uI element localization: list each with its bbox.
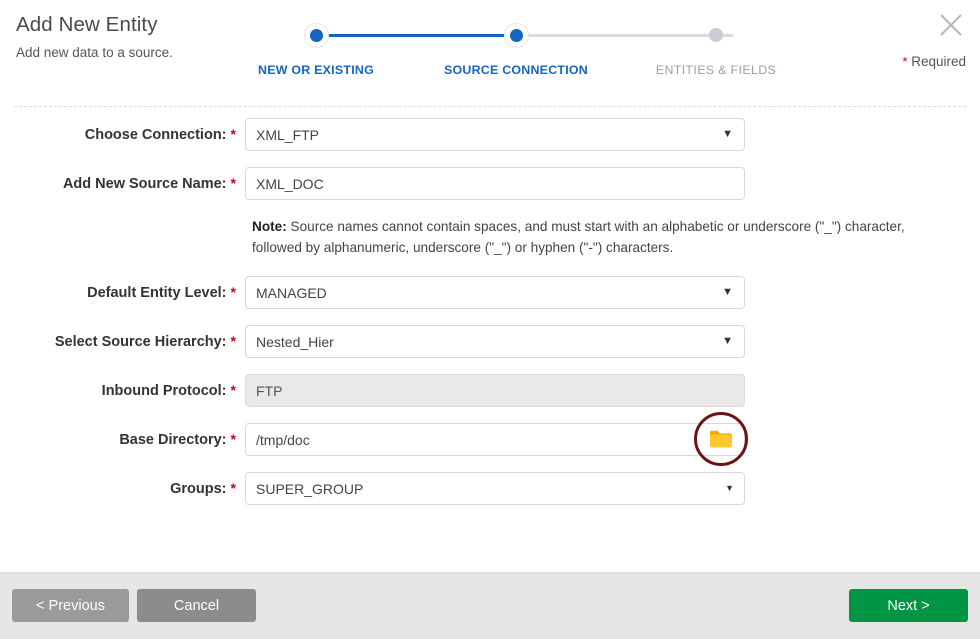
groups-multiselect[interactable] bbox=[245, 472, 745, 506]
required-asterisk-inbound-protocol: * bbox=[230, 382, 236, 399]
dialog-header: Add New Entity Add new data to a source.… bbox=[0, 0, 980, 107]
base-directory-input[interactable] bbox=[245, 423, 745, 457]
required-asterisk-select-source-hierarchy: * bbox=[230, 333, 236, 350]
source-connection-form: Choose Connection: * ▼ Add New Source Na… bbox=[0, 118, 980, 521]
label-choose-connection: Choose Connection: * bbox=[0, 126, 245, 143]
control-select-source-hierarchy: ▼ bbox=[245, 325, 745, 359]
label-add-new-source-name: Add New Source Name: * bbox=[0, 175, 245, 192]
label-default-entity-level: Default Entity Level: * bbox=[0, 284, 245, 301]
folder-icon[interactable] bbox=[709, 428, 733, 450]
stepper-step-label-2: SOURCE CONNECTION bbox=[444, 63, 588, 77]
label-inbound-protocol: Inbound Protocol: * bbox=[0, 382, 245, 399]
stepper-step-label-3: ENTITIES & FIELDS bbox=[655, 63, 777, 77]
field-row-inbound-protocol: Inbound Protocol: * bbox=[0, 374, 980, 408]
page-subtitle: Add new data to a source. bbox=[16, 44, 173, 60]
add-new-source-name-input[interactable] bbox=[245, 167, 745, 200]
label-select-source-hierarchy: Select Source Hierarchy: * bbox=[0, 333, 245, 350]
control-add-new-source-name bbox=[245, 167, 745, 200]
control-choose-connection: ▼ bbox=[245, 118, 745, 151]
label-text-select-source-hierarchy: Select Source Hierarchy: bbox=[54, 334, 227, 351]
next-button[interactable]: Next > bbox=[849, 589, 968, 622]
close-icon[interactable] bbox=[936, 10, 966, 40]
wizard-stepper: NEW OR EXISTING SOURCE CONNECTION ENTITI… bbox=[236, 22, 776, 84]
label-text-choose-connection: Choose Connection: bbox=[84, 127, 227, 143]
control-inbound-protocol bbox=[245, 374, 745, 408]
control-default-entity-level: ▼ bbox=[245, 276, 745, 310]
field-row-add-new-source-name: Add New Source Name: * bbox=[0, 167, 980, 200]
stepper-connector-pending bbox=[528, 33, 733, 37]
source-name-note: Note: Source names cannot contain spaces… bbox=[252, 216, 952, 258]
field-row-groups: Groups: * ▼ bbox=[0, 472, 980, 506]
required-legend-label: Required bbox=[911, 54, 966, 69]
stepper-step-label-1: NEW OR EXISTING bbox=[258, 63, 374, 77]
header-divider bbox=[14, 106, 966, 107]
required-asterisk-default-entity-level: * bbox=[230, 284, 236, 301]
stepper-connector-completed bbox=[328, 33, 533, 37]
control-base-directory bbox=[245, 412, 748, 467]
label-base-directory: Base Directory: * bbox=[0, 431, 245, 448]
cancel-button[interactable]: Cancel bbox=[137, 589, 256, 622]
default-entity-level-select[interactable] bbox=[245, 276, 745, 310]
stepper-step-source-connection[interactable]: SOURCE CONNECTION bbox=[436, 22, 596, 77]
stepper-step-new-or-existing[interactable]: NEW OR EXISTING bbox=[236, 22, 396, 77]
label-text-default-entity-level: Default Entity Level: bbox=[87, 285, 227, 302]
label-groups: Groups: * bbox=[0, 480, 245, 497]
label-text-base-directory: Base Directory: bbox=[119, 432, 227, 449]
step-dot-icon-3 bbox=[709, 28, 723, 42]
note-prefix: Note: bbox=[252, 219, 287, 234]
required-asterisk-choose-connection: * bbox=[230, 126, 236, 142]
required-asterisk-groups: * bbox=[230, 480, 236, 497]
label-text-inbound-protocol: Inbound Protocol: bbox=[101, 383, 227, 400]
header-titles: Add New Entity Add new data to a source. bbox=[16, 13, 173, 60]
note-text: Source names cannot contain spaces, and … bbox=[252, 219, 905, 256]
select-source-hierarchy-select[interactable] bbox=[245, 325, 745, 359]
label-text-groups: Groups: bbox=[170, 481, 227, 498]
dialog-footer: < Previous Cancel Next > bbox=[0, 572, 980, 639]
field-row-base-directory: Base Directory: * bbox=[0, 412, 980, 467]
required-asterisk-base-directory: * bbox=[230, 431, 236, 448]
required-asterisk-add-new-source-name: * bbox=[230, 175, 236, 191]
page-title: Add New Entity bbox=[16, 13, 158, 36]
required-asterisk: * bbox=[902, 54, 908, 69]
field-row-select-source-hierarchy: Select Source Hierarchy: * ▼ bbox=[0, 325, 980, 359]
required-legend: * Required bbox=[902, 54, 966, 69]
field-row-default-entity-level: Default Entity Level: * ▼ bbox=[0, 276, 980, 310]
label-text-add-new-source-name: Add New Source Name: bbox=[62, 176, 227, 192]
inbound-protocol-input bbox=[245, 374, 745, 408]
step-dot-icon-2 bbox=[503, 22, 529, 48]
previous-button[interactable]: < Previous bbox=[12, 589, 129, 622]
stepper-step-entities-and-fields[interactable]: ENTITIES & FIELDS bbox=[636, 22, 796, 77]
control-groups: ▼ bbox=[245, 472, 745, 506]
step-dot-icon-1 bbox=[303, 22, 329, 48]
choose-connection-select[interactable] bbox=[245, 118, 745, 151]
field-row-choose-connection: Choose Connection: * ▼ bbox=[0, 118, 980, 151]
